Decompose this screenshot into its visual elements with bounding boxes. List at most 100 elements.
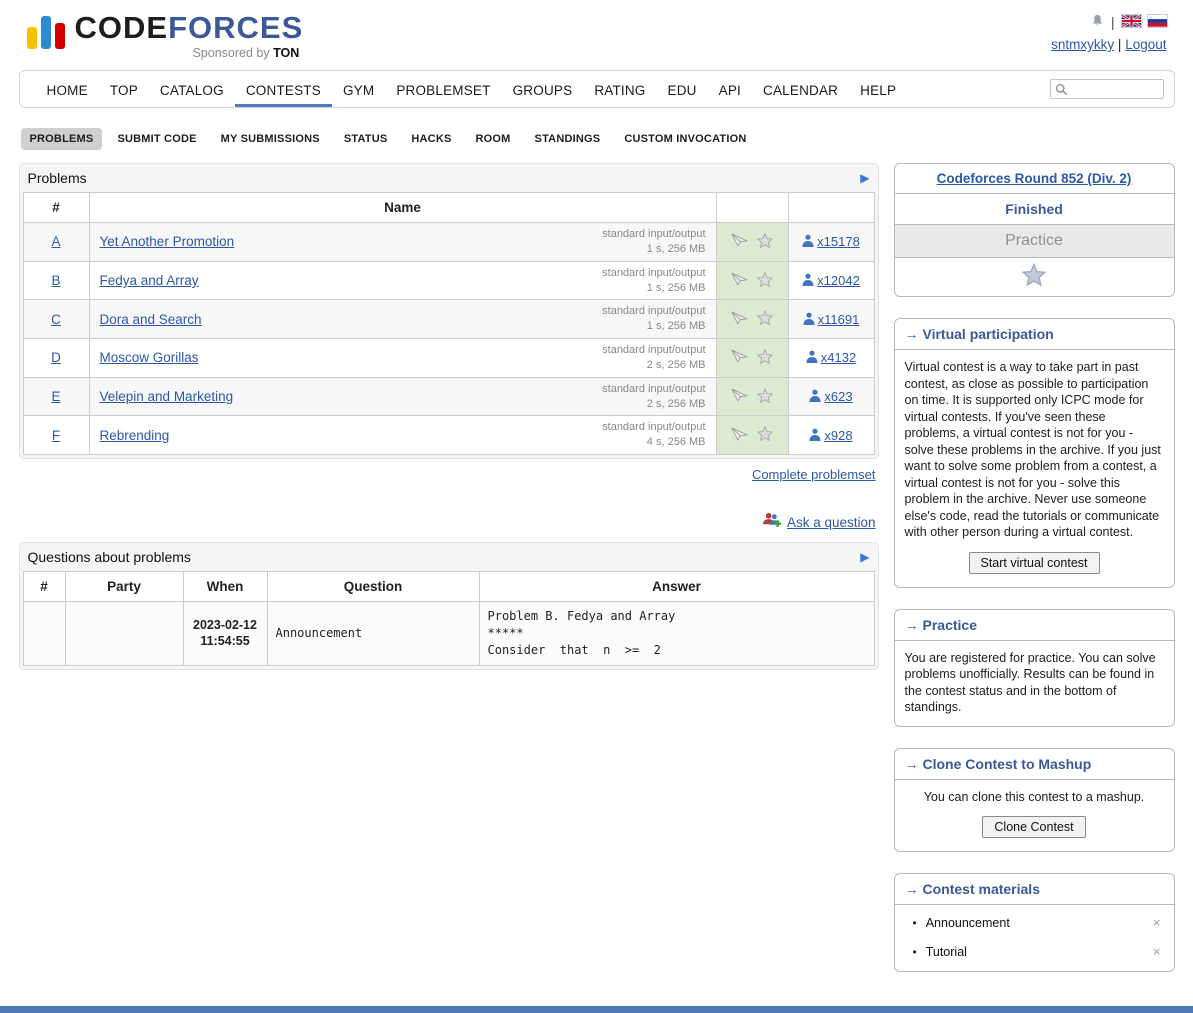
- favorite-star-icon[interactable]: [757, 388, 773, 406]
- problem-name-link[interactable]: Moscow Gorillas: [100, 350, 199, 365]
- virtual-participation-text: Virtual contest is a way to take part in…: [905, 359, 1164, 541]
- search-icon: [1055, 83, 1068, 99]
- problem-row-b: B Fedya and Array standard input/output …: [23, 261, 874, 300]
- nav-item-contests[interactable]: CONTESTS: [235, 71, 332, 107]
- problem-limits: 2 s, 256 MB: [602, 397, 705, 412]
- problem-io-limits: standard input/output 4 s, 256 MB: [602, 420, 705, 450]
- submit-paper-plane-icon[interactable]: [731, 311, 748, 328]
- remove-material-icon[interactable]: ×: [1150, 915, 1164, 930]
- ask-question-icon: [762, 512, 781, 532]
- username-link[interactable]: sntmxykky: [1051, 37, 1114, 52]
- remove-material-icon[interactable]: ×: [1150, 944, 1164, 959]
- material-announcement-link[interactable]: Announcement: [926, 916, 1010, 930]
- problem-name-link[interactable]: Yet Another Promotion: [100, 234, 235, 249]
- nav-item-top[interactable]: TOP: [99, 71, 149, 107]
- codeforces-logo[interactable]: CODEFORCES Sponsored by TON: [27, 12, 304, 60]
- problem-io: standard input/output: [602, 420, 705, 435]
- nav-item-catalog[interactable]: CATALOG: [149, 71, 235, 107]
- header-right: | sntmxykky | Logout: [1051, 12, 1166, 52]
- collapse-arrow-icon[interactable]: ▶: [860, 551, 869, 563]
- nav-item-api[interactable]: API: [708, 71, 752, 107]
- solved-count-link[interactable]: x623: [824, 389, 852, 404]
- nav-item-gym[interactable]: GYM: [332, 71, 385, 107]
- question-when-time: 11:54:55: [188, 633, 263, 649]
- favorite-star-icon[interactable]: [757, 272, 773, 290]
- submit-paper-plane-icon[interactable]: [731, 349, 748, 366]
- favorite-star-icon[interactable]: [757, 310, 773, 328]
- favorite-star-icon[interactable]: [757, 349, 773, 367]
- submit-paper-plane-icon[interactable]: [731, 388, 748, 405]
- nav-item-groups[interactable]: GROUPS: [502, 71, 584, 107]
- subnav-item-submit-code[interactable]: SUBMIT CODE: [108, 128, 205, 150]
- solved-user-icon: [809, 389, 824, 404]
- collapse-arrow-icon[interactable]: ▶: [860, 172, 869, 184]
- problem-letter-link[interactable]: B: [51, 273, 60, 288]
- subnav-item-status[interactable]: STATUS: [335, 128, 397, 150]
- answer-line: Consider that n >= 2: [488, 642, 866, 659]
- logout-link[interactable]: Logout: [1125, 37, 1166, 52]
- problem-name-link[interactable]: Rebrending: [100, 428, 170, 443]
- problem-letter-link[interactable]: A: [51, 234, 60, 249]
- problem-limits: 1 s, 256 MB: [602, 281, 705, 296]
- problem-letter-link[interactable]: E: [51, 389, 60, 404]
- subnav-item-my-submissions[interactable]: MY SUBMISSIONS: [212, 128, 329, 150]
- nav-item-problemset[interactable]: PROBLEMSET: [385, 71, 501, 107]
- solved-count-link[interactable]: x12042: [817, 273, 860, 288]
- problem-letter-link[interactable]: D: [51, 350, 61, 365]
- nav-item-home[interactable]: HOME: [36, 71, 99, 107]
- solved-count-link[interactable]: x15178: [817, 234, 860, 249]
- contest-favorite-star-icon[interactable]: [1022, 274, 1046, 289]
- subnav-item-standings[interactable]: STANDINGS: [526, 128, 610, 150]
- language-en-flag-icon[interactable]: [1122, 15, 1141, 30]
- problems-caption-bar: Problems ▶: [23, 167, 875, 192]
- contest-materials-title-text: Contest materials: [923, 881, 1040, 897]
- virtual-participation-box: →Virtual participation Virtual contest i…: [894, 318, 1175, 588]
- solved-count-link[interactable]: x4132: [821, 350, 856, 365]
- ask-question-link[interactable]: Ask a question: [787, 515, 876, 530]
- contest-subnav: PROBLEMS SUBMIT CODE MY SUBMISSIONS STAT…: [19, 128, 1175, 150]
- favorite-star-icon[interactable]: [757, 426, 773, 444]
- question-party-cell: [65, 602, 183, 665]
- submit-paper-plane-icon[interactable]: [731, 427, 748, 444]
- problem-letter-link[interactable]: C: [51, 312, 61, 327]
- favorite-star-icon[interactable]: [757, 233, 773, 251]
- nav-item-calendar[interactable]: CALENDAR: [752, 71, 849, 107]
- logo-bar-yellow: [27, 27, 37, 49]
- ton-text: TON: [273, 46, 299, 60]
- problem-io: standard input/output: [602, 343, 705, 358]
- problem-row-c: C Dora and Search standard input/output …: [23, 300, 874, 339]
- nav-item-rating[interactable]: RATING: [583, 71, 656, 107]
- complete-problemset-link[interactable]: Complete problemset: [752, 467, 876, 482]
- problem-name-link[interactable]: Fedya and Array: [100, 273, 199, 288]
- header-user-row: sntmxykky | Logout: [1051, 37, 1166, 52]
- clone-contest-text: You can clone this contest to a mashup.: [905, 789, 1164, 806]
- solved-count-link[interactable]: x11691: [818, 312, 860, 327]
- problem-name-link[interactable]: Dora and Search: [100, 312, 202, 327]
- subnav-item-problems[interactable]: PROBLEMS: [21, 128, 103, 150]
- language-ru-flag-icon[interactable]: [1148, 15, 1167, 30]
- solved-user-icon: [803, 312, 818, 327]
- virtual-button-row: Start virtual contest: [905, 552, 1164, 574]
- problem-name-link[interactable]: Velepin and Marketing: [100, 389, 234, 404]
- questions-datatable: Questions about problems ▶ # Party When …: [19, 542, 879, 669]
- problems-caption: Problems: [28, 170, 87, 186]
- nav-item-help[interactable]: HELP: [849, 71, 907, 107]
- practice-box: →Practice You are registered for practic…: [894, 609, 1175, 727]
- submit-paper-plane-icon[interactable]: [731, 233, 748, 250]
- subnav-item-hacks[interactable]: HACKS: [402, 128, 460, 150]
- solved-count-link[interactable]: x928: [824, 428, 852, 443]
- questions-header-row: # Party When Question Answer: [23, 572, 874, 602]
- contest-title-link[interactable]: Codeforces Round 852 (Div. 2): [937, 171, 1132, 186]
- clone-contest-button[interactable]: Clone Contest: [982, 816, 1085, 838]
- q-col-when: When: [183, 572, 267, 602]
- subnav-item-custom-invocation[interactable]: CUSTOM INVOCATION: [615, 128, 755, 150]
- contest-star-row: [895, 258, 1174, 296]
- material-tutorial-link[interactable]: Tutorial: [926, 945, 967, 959]
- subnav-item-room[interactable]: ROOM: [467, 128, 520, 150]
- nav-item-edu[interactable]: EDU: [657, 71, 708, 107]
- question-answer-cell: Problem B. Fedya and Array ***** Conside…: [479, 602, 874, 665]
- submit-paper-plane-icon[interactable]: [731, 272, 748, 289]
- notification-bell-icon[interactable]: [1091, 13, 1104, 31]
- problem-letter-link[interactable]: F: [52, 428, 60, 443]
- start-virtual-contest-button[interactable]: Start virtual contest: [969, 552, 1100, 574]
